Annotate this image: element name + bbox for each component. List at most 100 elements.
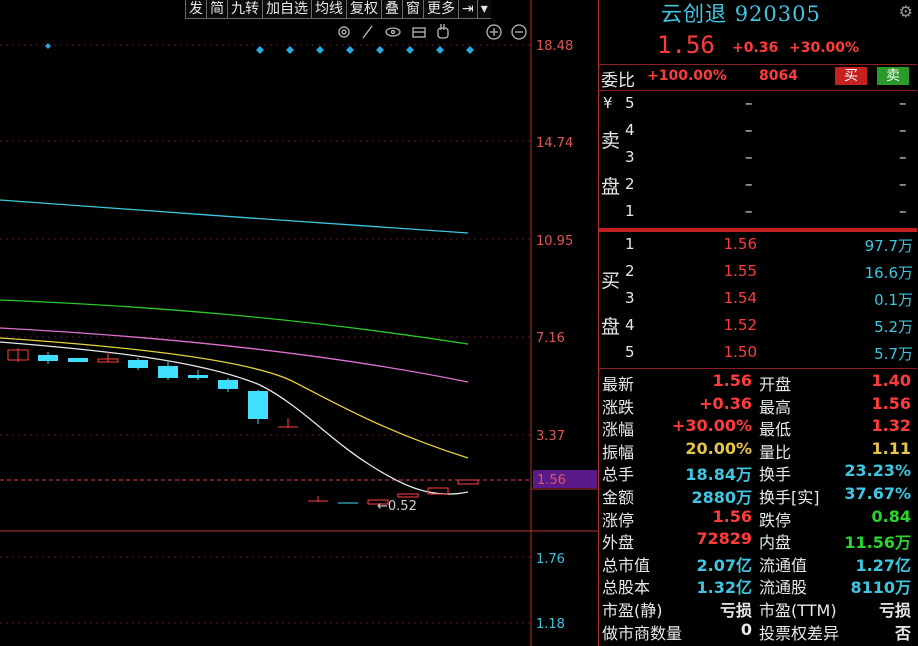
sell-price: – — [745, 148, 753, 166]
stat-value: 否 — [894, 623, 911, 643]
stat-label: 涨跌 — [602, 397, 635, 417]
stat-label: 量比 — [759, 442, 792, 462]
buy-volume: 16.6万 — [864, 264, 913, 282]
stat-label: 跌停 — [759, 510, 792, 530]
stat-value: 亏损 — [719, 601, 752, 620]
stat-value: +30.00% — [671, 416, 752, 436]
sell-volume: – — [899, 148, 907, 166]
buy-level: 2 — [625, 262, 635, 280]
sell-price: – — [745, 175, 753, 193]
stat-value: 11.56万 — [844, 533, 911, 553]
sell-level-row[interactable]: 4 – – — [599, 121, 917, 147]
price-tick: 1.76 — [536, 552, 565, 567]
stat-value: 1.32亿 — [696, 578, 752, 598]
stock-title: 云创退 920305 — [661, 0, 821, 28]
stat-label: 市盈(TTM) — [759, 601, 837, 620]
toolbar-button-jiuzhuan[interactable]: 九转 — [227, 0, 262, 19]
sell-level-row[interactable]: 1 – – — [599, 202, 917, 228]
stat-label: 涨幅 — [602, 420, 635, 440]
sell-volume: – — [899, 175, 907, 193]
buy-price: 1.52 — [723, 316, 757, 334]
stat-label: 开盘 — [759, 375, 792, 394]
sell-button[interactable]: 卖 — [877, 67, 909, 85]
stat-value: 2.07亿 — [696, 555, 752, 575]
sell-price: – — [745, 202, 753, 220]
more-button[interactable]: 更多 — [423, 0, 458, 19]
stat-label: 流通值 — [759, 555, 808, 575]
last-price: 1.56 — [657, 31, 715, 59]
stat-row: 总股本 1.32亿 流通股 8110万 — [599, 574, 917, 598]
stat-value: +0.36 — [699, 393, 752, 413]
buy-level: 4 — [625, 316, 635, 334]
stat-value: 0 — [740, 619, 752, 639]
sell-level-row[interactable]: 3 – – — [599, 148, 917, 174]
layers-icon[interactable] — [412, 27, 426, 38]
buy-level-row[interactable]: 3 1.54 0.1万 — [599, 289, 917, 315]
stat-value: 0.84 — [871, 506, 911, 526]
buy-volume: 5.2万 — [874, 318, 913, 336]
adjust-button[interactable]: 复权 — [346, 0, 381, 19]
stat-label: 总手 — [602, 465, 635, 485]
buy-level: 5 — [625, 343, 635, 361]
buy-button[interactable]: 买 — [835, 67, 867, 85]
buy-level-row[interactable]: 2 1.55 16.6万 — [599, 262, 917, 288]
zoom-out-icon[interactable] — [511, 24, 527, 40]
stat-value: 72829 — [696, 529, 752, 549]
stock-name: 云创退 — [661, 2, 727, 26]
quote-panel: 云创退 920305 ⚙ 1.56 +0.36 +30.00% 委比 +100.… — [598, 0, 918, 646]
stat-label: 最低 — [759, 420, 792, 440]
dropdown-arrow-icon[interactable]: ▾ — [476, 0, 491, 19]
settings-icon[interactable] — [338, 26, 350, 38]
stat-label: 最高 — [759, 397, 792, 417]
buy-level-row[interactable]: 4 1.52 5.2万 — [599, 316, 917, 342]
sell-level-row[interactable]: 2 – – — [599, 175, 917, 201]
stat-row: 总市值 2.07亿 流通值 1.27亿 — [599, 552, 917, 575]
buy-level: 1 — [625, 235, 635, 253]
current-price-tag: 1.56 — [537, 473, 566, 488]
stat-row: 外盘 72829 内盘 11.56万 — [599, 529, 917, 553]
stat-label: 总市值 — [602, 555, 651, 575]
buy-level: 3 — [625, 289, 635, 307]
hand-icon[interactable] — [437, 24, 449, 39]
stat-label: 做市商数量 — [602, 623, 683, 643]
stat-label: 涨停 — [602, 510, 635, 530]
toolbar-button-jian[interactable]: 简 — [206, 0, 227, 19]
price-tick: 14.74 — [536, 136, 573, 151]
buy-volume: 0.1万 — [874, 291, 913, 309]
weicha-value: 8064 — [759, 68, 798, 84]
gear-icon[interactable]: ⚙ — [899, 2, 913, 21]
buy-level-row[interactable]: 1 1.56 97.7万 — [599, 235, 917, 261]
chart-toolbar: 发 简 九转 加自选 均线 复权 叠 窗 更多 ⇥ ▾ — [185, 0, 491, 19]
stat-row: 做市商数量 0 投票权差异 否 — [599, 619, 917, 643]
zoom-in-icon[interactable] — [486, 24, 502, 40]
stat-label: 市盈(静) — [602, 601, 663, 620]
add-watchlist-button[interactable]: 加自选 — [262, 0, 311, 19]
overlay-button[interactable]: 叠 — [381, 0, 402, 19]
buy-volume: 97.7万 — [864, 237, 913, 255]
toolbar-button-fa[interactable]: 发 — [185, 0, 206, 19]
price-change-pct: +30.00% — [789, 40, 860, 56]
sell-level: 1 — [625, 202, 635, 220]
stat-label: 换手[实] — [759, 488, 820, 507]
weibi-value: +100.00% — [647, 68, 727, 84]
stat-value: 1.40 — [871, 371, 911, 390]
eye-icon[interactable] — [385, 27, 401, 37]
kline-chart[interactable]: 18.48 14.74 10.95 7.16 3.37 1.56 1.76 1.… — [0, 0, 598, 646]
price-tick: 7.16 — [536, 331, 565, 346]
draw-pen-icon[interactable] — [362, 25, 373, 39]
stat-label: 换手 — [759, 465, 792, 485]
stat-value: 1.56 — [871, 393, 911, 413]
sell-level-row[interactable]: 5 – – — [599, 94, 917, 120]
buy-price: 1.55 — [723, 262, 757, 280]
stat-label: 流通股 — [759, 578, 808, 598]
stat-row: 涨幅 +30.00% 最低 1.32 — [599, 416, 917, 440]
buy-level-row[interactable]: 5 1.50 5.7万 — [599, 343, 917, 369]
exit-fullscreen-icon[interactable]: ⇥ — [458, 0, 477, 19]
moving-average-button[interactable]: 均线 — [311, 0, 346, 19]
stat-value: 23.23% — [844, 461, 911, 481]
stat-value: 1.11 — [871, 438, 911, 458]
buy-price: 1.54 — [723, 289, 757, 307]
window-button[interactable]: 窗 — [402, 0, 423, 19]
sell-level: 4 — [625, 121, 635, 139]
stat-value: 8110万 — [850, 578, 911, 598]
